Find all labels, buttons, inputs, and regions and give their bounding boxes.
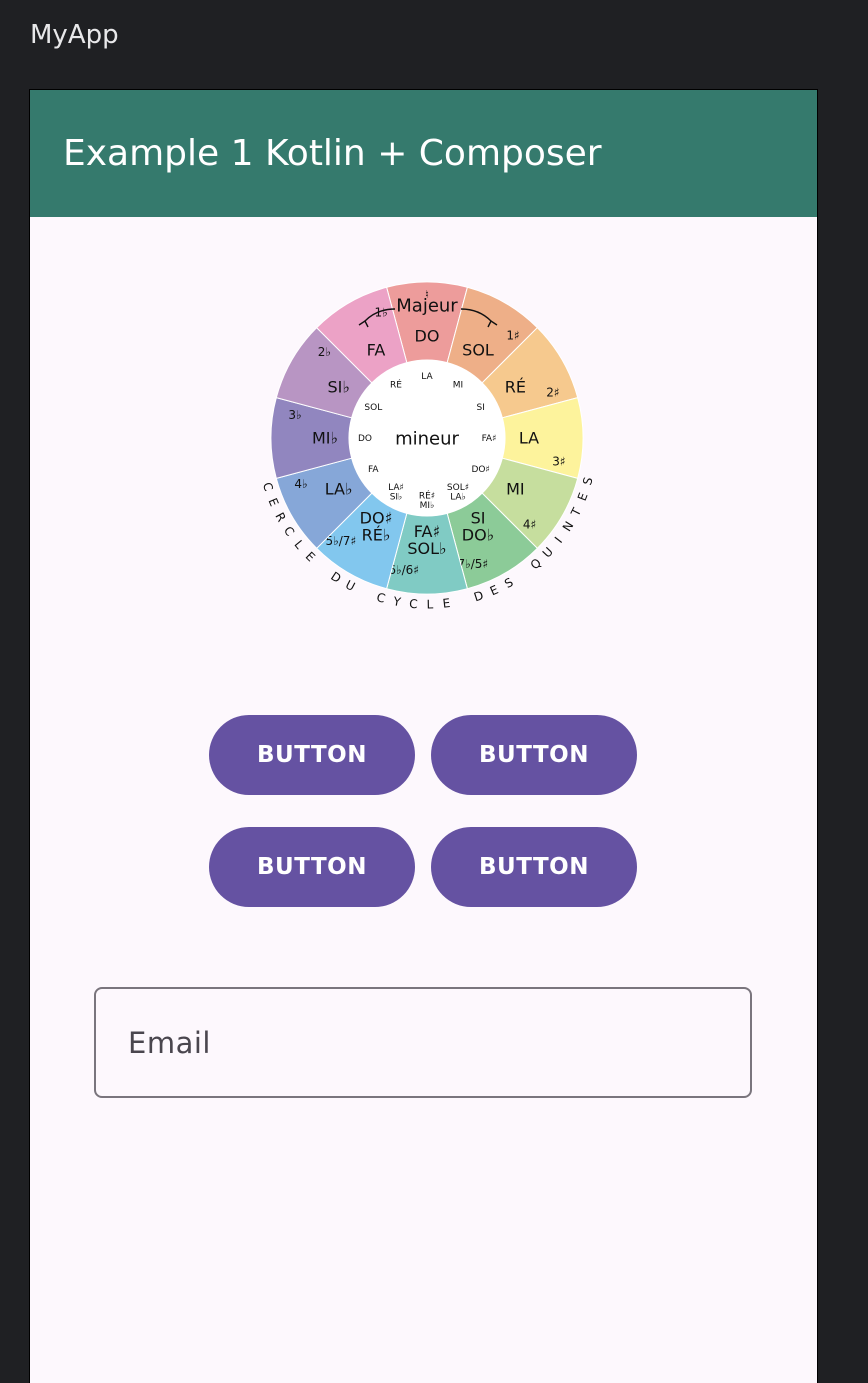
minor-key-label: RÉ♯ MI♭	[419, 489, 435, 510]
key-signature-label: 2♯	[546, 385, 559, 399]
window-title: MyApp	[30, 20, 119, 50]
circle-of-fifths-svg: DOSOL1♯RÉ 2♯LA3♯MI4♯SI DO♭7♭/5♯FA♯ SOL♭6♭/6…	[260, 281, 596, 612]
minor-key-label: FA♯	[482, 434, 497, 444]
minor-key-label: SOL	[364, 403, 382, 413]
arc-letter: N	[560, 519, 577, 534]
appbar-title: Example 1 Kotlin + Composer	[63, 133, 602, 174]
minor-key-label: LA	[421, 372, 433, 382]
button-3[interactable]: BUTTON	[209, 827, 415, 907]
button-1[interactable]: BUTTON	[209, 715, 415, 795]
majeur-label: Majeur	[396, 295, 458, 316]
key-signature-label: 4♯	[523, 517, 536, 531]
key-signature-label: 5♭/7♯	[325, 534, 356, 548]
arc-letter: E	[265, 496, 281, 508]
minor-key-label: MI	[453, 380, 463, 390]
arc-letter: L	[426, 597, 433, 611]
minor-key-label: SOL♯ LA♭	[447, 483, 469, 502]
major-key-label: RÉ	[505, 378, 526, 397]
arc-letter: Q	[528, 556, 544, 573]
email-placeholder: Email	[128, 1025, 211, 1060]
minor-key-label: FA	[368, 465, 379, 475]
arc-letter: C	[375, 590, 387, 606]
arc-letter: U	[343, 577, 357, 593]
arc-letter: C	[260, 481, 276, 493]
arc-letter: E	[442, 596, 451, 611]
major-key-label: SOL	[462, 340, 494, 359]
minor-key-label: SI	[477, 403, 485, 413]
key-signature-label: 4♭	[294, 477, 307, 491]
major-key-label: MI♭	[312, 429, 338, 448]
arc-letter: L	[292, 537, 307, 551]
key-signature-label: 3♯	[552, 454, 565, 468]
button-2[interactable]: BUTTON	[431, 715, 637, 795]
key-signature-label: 1♯	[506, 329, 519, 343]
arc-letter: D	[328, 569, 343, 586]
arc-letter: E	[488, 582, 501, 598]
button-4[interactable]: BUTTON	[431, 827, 637, 907]
minor-key-label: RÉ	[390, 378, 402, 390]
circle-of-fifths-image: DO SOL 1♯ RÉ 2♯ LA 3♯ MI 4♯ SI DO♭ 7♭/5♯ FA♯ SOL♭ 6♭/6…	[257, 275, 597, 620]
major-key-label: SI♭	[327, 378, 349, 397]
arc-letter: Y	[391, 594, 402, 609]
major-key-label: LA	[519, 429, 539, 448]
arc-letter: E	[575, 491, 591, 503]
major-key-label: DO	[415, 327, 440, 346]
arc-letter: I	[552, 534, 565, 545]
arc-letter: R	[272, 510, 288, 524]
app-screen: Example 1 Kotlin + Composer DO SOL 1♯ RÉ 2♯ L…	[29, 89, 818, 1383]
key-signature-label: 2♭	[318, 345, 331, 359]
key-signature-label: 3♭	[288, 408, 301, 422]
arc-letter: C	[409, 597, 419, 612]
major-key-label: MI	[506, 480, 525, 499]
arc-letter: S	[502, 575, 516, 591]
top-app-bar: Example 1 Kotlin + Composer	[30, 90, 817, 217]
center-label: mineur	[395, 428, 459, 449]
major-key-label: LA♭	[325, 480, 353, 499]
email-field[interactable]: Email	[94, 987, 752, 1098]
arc-letter: E	[303, 549, 318, 564]
arc-letter: U	[540, 545, 556, 561]
arc-letter: D	[472, 588, 485, 604]
major-key-label: DO♯ RÉ♭	[360, 509, 393, 545]
arc-letter: S	[580, 476, 595, 487]
arc-letter: C	[281, 524, 297, 539]
minor-key-label: DO♯	[472, 465, 490, 475]
major-key-label: FA	[367, 340, 386, 359]
minor-key-label: DO	[358, 434, 372, 444]
arc-letter: T	[568, 505, 585, 519]
minor-key-label: LA♯ SI♭	[388, 483, 404, 502]
